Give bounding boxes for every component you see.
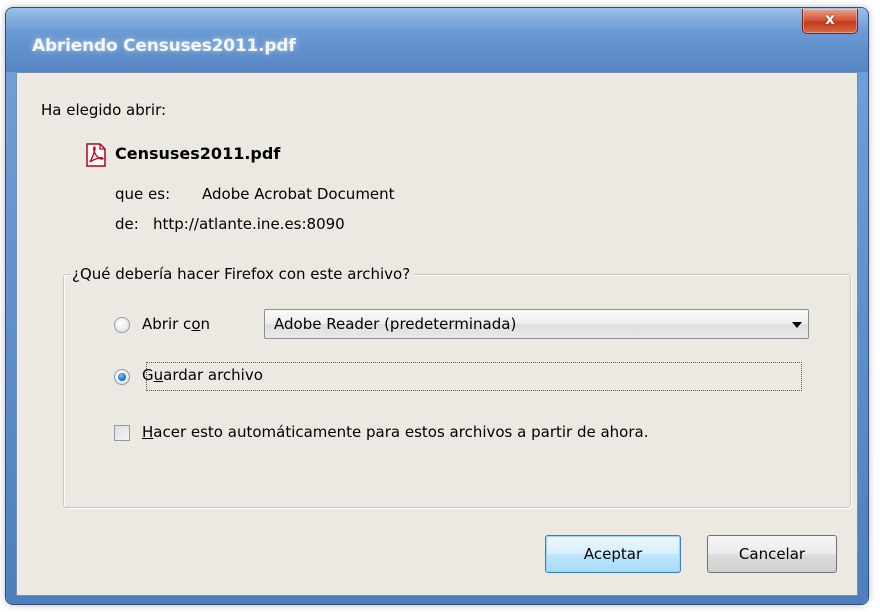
accept-button[interactable]: Aceptar [545,535,681,573]
close-icon: x [825,10,835,28]
action-group-legend: ¿Qué debería hacer Firefox con este arch… [71,265,414,283]
open-with-radio[interactable] [114,317,130,333]
save-file-label[interactable]: Guardar archivo [142,366,263,384]
pdf-file-icon [86,143,106,167]
chevron-down-icon [792,322,802,328]
open-with-label[interactable]: Abrir con [142,315,210,333]
close-button[interactable]: x [802,9,858,34]
file-source-value: http://atlante.ine.es:8090 [153,215,345,233]
auto-action-label[interactable]: Hacer esto automáticamente para estos ar… [142,423,649,441]
window-title: Abriendo Censuses2011.pdf [32,36,296,56]
auto-action-checkbox[interactable] [114,425,130,441]
dialog-body: Ha elegido abrir: Censuses2011.pdf que e… [16,72,858,596]
file-type-value: Adobe Acrobat Document [202,185,395,203]
title-bar[interactable]: Abriendo Censuses2011.pdf x [6,8,868,72]
intro-label: Ha elegido abrir: [41,101,167,119]
download-dialog-window: Abriendo Censuses2011.pdf x Ha elegido a… [6,8,868,604]
file-name: Censuses2011.pdf [115,144,281,163]
cancel-button[interactable]: Cancelar [707,535,837,573]
file-source-label: de: [115,215,139,233]
save-file-radio[interactable] [114,369,130,385]
open-with-app-select[interactable]: Adobe Reader (predeterminada) [264,309,809,339]
open-with-app-value: Adobe Reader (predeterminada) [274,315,517,333]
file-type-label: que es: [115,185,171,203]
